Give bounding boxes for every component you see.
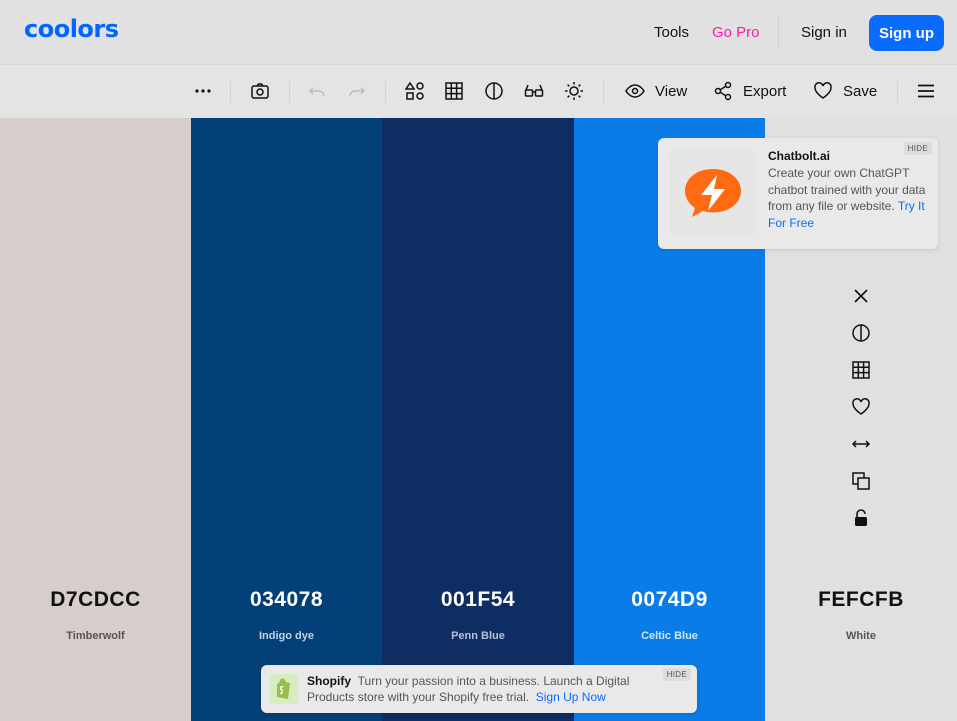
lock-icon[interactable] <box>851 508 871 528</box>
sun-icon[interactable] <box>564 78 584 104</box>
column-hover-tools <box>765 286 957 528</box>
shopify-bag-icon <box>277 678 290 699</box>
color-column-1[interactable]: D7CDCC Timberwolf <box>0 118 191 721</box>
chatbolt-ad[interactable]: Chatbolt.ai Create your own ChatGPT chat… <box>658 138 938 249</box>
chatbolt-logo <box>670 150 756 236</box>
drag-icon[interactable] <box>851 434 871 454</box>
ad-brand: Chatbolt.ai <box>768 149 830 163</box>
color-hex-code[interactable]: D7CDCC <box>0 588 191 612</box>
sign-in-link[interactable]: Sign in <box>801 24 847 41</box>
export-button[interactable]: Export <box>713 78 786 104</box>
color-column-2[interactable]: 034078 Indigo dye <box>191 118 382 721</box>
toolbar-divider <box>230 81 231 103</box>
color-column-3[interactable]: 001F54 Penn Blue <box>382 118 574 721</box>
palette-toolbar: View Export Save <box>0 64 957 118</box>
more-icon[interactable] <box>193 78 213 104</box>
toolbar-divider <box>897 81 898 103</box>
color-name[interactable]: Timberwolf <box>0 630 191 642</box>
glasses-icon[interactable] <box>524 78 544 104</box>
save-label: Save <box>843 82 878 100</box>
chatbolt-bolt-icon <box>685 169 741 217</box>
hide-ad-button[interactable]: HIDE <box>662 668 691 681</box>
contrast-icon[interactable] <box>851 323 871 343</box>
ad-text: Shopify Turn your passion into a busines… <box>307 673 667 705</box>
color-name[interactable]: White <box>765 630 957 642</box>
view-label: View <box>655 82 688 100</box>
export-label: Export <box>743 82 787 100</box>
color-name[interactable]: Penn Blue <box>382 630 574 642</box>
hide-ad-button[interactable]: HIDE <box>903 142 932 155</box>
favorite-icon[interactable] <box>851 397 871 417</box>
undo-icon[interactable] <box>307 78 327 104</box>
redo-icon[interactable] <box>347 78 367 104</box>
ad-brand: Shopify <box>307 674 351 688</box>
contrast-icon[interactable] <box>484 78 504 104</box>
color-hex-code[interactable]: FEFCFB <box>765 588 957 612</box>
shopify-ad[interactable]: Shopify Turn your passion into a busines… <box>261 665 697 713</box>
color-hex-code[interactable]: 0074D9 <box>574 588 765 612</box>
shapes-icon[interactable] <box>405 78 425 104</box>
grid-icon[interactable] <box>444 78 464 104</box>
nav-go-pro-link[interactable]: Go Pro <box>712 24 760 41</box>
ad-cta-link[interactable]: Sign Up Now <box>536 690 606 704</box>
sign-up-button[interactable]: Sign up <box>869 15 944 51</box>
copy-icon[interactable] <box>851 471 871 491</box>
color-hex-code[interactable]: 001F54 <box>382 588 574 612</box>
shopify-logo <box>270 674 298 704</box>
ad-body: Create your own ChatGPT chatbot trained … <box>768 165 928 231</box>
eye-icon <box>625 84 645 98</box>
top-navbar: coolors Tools Go Pro Sign in Sign up <box>0 0 957 64</box>
color-name[interactable]: Celtic Blue <box>574 630 765 642</box>
heart-icon <box>814 82 832 99</box>
save-button[interactable]: Save <box>813 78 877 104</box>
shades-icon[interactable] <box>851 360 871 380</box>
toolbar-divider <box>385 81 386 103</box>
nav-tools-link[interactable]: Tools <box>654 24 689 41</box>
remove-icon[interactable] <box>851 286 871 306</box>
coolors-logo[interactable]: coolors <box>24 15 119 43</box>
color-hex-code[interactable]: 034078 <box>191 588 382 612</box>
color-name[interactable]: Indigo dye <box>191 630 382 642</box>
hamburger-menu-icon[interactable] <box>916 78 936 104</box>
share-icon <box>714 81 732 101</box>
view-button[interactable]: View <box>625 78 687 104</box>
nav-divider <box>778 18 779 46</box>
camera-icon[interactable] <box>250 78 270 104</box>
toolbar-divider <box>289 81 290 103</box>
toolbar-divider <box>603 81 604 103</box>
